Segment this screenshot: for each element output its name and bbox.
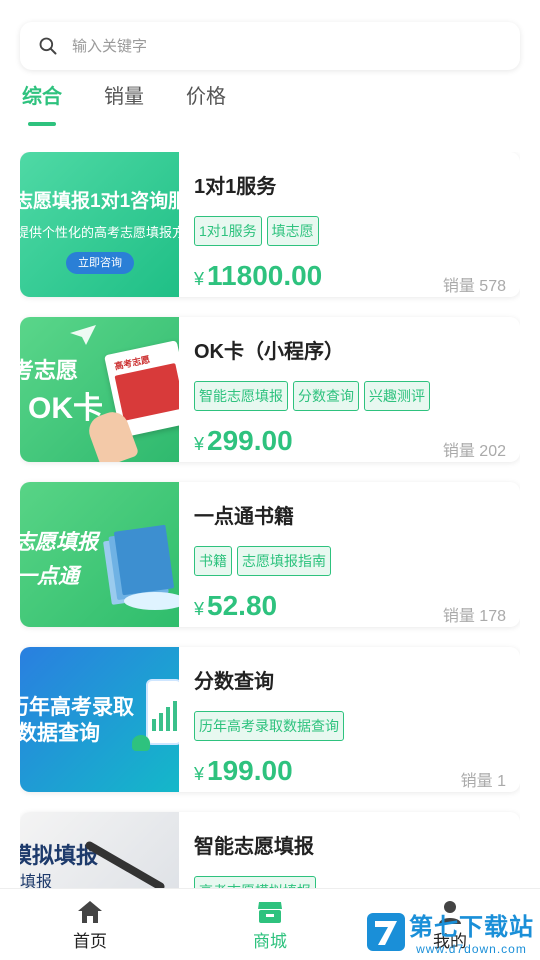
bottom-navigation: 首页 商城 我的 第七下载站 www.d7down.com bbox=[0, 888, 540, 960]
product-title: 一点通书籍 bbox=[194, 506, 294, 528]
banner-subtitle: 填报 bbox=[20, 874, 53, 888]
banner-subtitle: 提供个性化的高考志愿填报方案 bbox=[20, 225, 179, 240]
banner-phone-image bbox=[146, 679, 179, 745]
tab-comprehensive[interactable]: 综合 bbox=[22, 84, 62, 128]
tab-price[interactable]: 价格 bbox=[186, 84, 226, 128]
product-title: OK卡（小程序） bbox=[194, 341, 344, 363]
product-thumbnail: 历年高考录取 数据查询 bbox=[20, 647, 179, 792]
sales-count: 销量 178 bbox=[442, 608, 506, 625]
product-list[interactable]: 志愿填报1对1咨询服务 提供个性化的高考志愿填报方案 立即咨询 1对1服务 1对… bbox=[20, 152, 520, 888]
product-title: 智能志愿填报 bbox=[194, 836, 314, 858]
price-value: 199.00 bbox=[207, 755, 293, 786]
product-thumbnail: 志愿填报 一点通 bbox=[20, 482, 179, 627]
currency-symbol: ¥ bbox=[194, 269, 205, 289]
bar-chart-icon bbox=[152, 701, 177, 731]
watermark-logo-icon bbox=[367, 912, 405, 951]
currency-symbol: ¥ bbox=[194, 434, 205, 454]
sales-count: 销量 1 bbox=[460, 773, 506, 790]
banner-consult-button: 立即咨询 bbox=[66, 252, 134, 274]
nav-store[interactable]: 商城 bbox=[220, 897, 320, 952]
product-card[interactable]: 考志愿 OK卡 高考志愿 OK卡（小程序） 智能志愿填报 分数查询 兴趣测评 ¥… bbox=[20, 317, 520, 462]
store-icon bbox=[258, 902, 282, 923]
product-price: ¥199.00 bbox=[194, 755, 293, 787]
banner-plant bbox=[132, 735, 150, 751]
price-value: 299.00 bbox=[207, 425, 293, 456]
product-tags: 智能志愿填报 分数查询 兴趣测评 bbox=[194, 381, 430, 411]
product-thumbnail: 模拟填报 填报 bbox=[20, 812, 179, 888]
sales-count: 销量 202 bbox=[442, 443, 506, 460]
product-tag: 高考志愿模拟填报 bbox=[194, 876, 316, 888]
currency-symbol: ¥ bbox=[194, 764, 205, 784]
product-tag: 分数查询 bbox=[293, 381, 359, 411]
watermark-name: 第七下载站 bbox=[409, 914, 534, 941]
product-tag: 智能志愿填报 bbox=[194, 381, 288, 411]
product-card[interactable]: 模拟填报 填报 智能志愿填报 高考志愿模拟填报 bbox=[20, 812, 520, 888]
watermark: 第七下载站 www.d7down.com bbox=[365, 907, 534, 956]
product-card[interactable]: 志愿填报 一点通 一点通书籍 书籍 志愿填报指南 ¥52.80 销量 178 bbox=[20, 482, 520, 627]
product-tag: 兴趣测评 bbox=[364, 381, 430, 411]
product-price: ¥52.80 bbox=[194, 590, 277, 622]
product-card[interactable]: 志愿填报1对1咨询服务 提供个性化的高考志愿填报方案 立即咨询 1对1服务 1对… bbox=[20, 152, 520, 297]
nav-home[interactable]: 首页 bbox=[40, 897, 140, 952]
tab-sales[interactable]: 销量 bbox=[104, 84, 144, 128]
product-card[interactable]: 历年高考录取 数据查询 分数查询 历年高考录取数据查询 ¥199.00 销量 1 bbox=[20, 647, 520, 792]
product-title: 1对1服务 bbox=[194, 176, 277, 198]
home-icon bbox=[78, 901, 102, 923]
product-price: ¥299.00 bbox=[194, 425, 293, 457]
product-tag: 填志愿 bbox=[266, 216, 319, 246]
product-tag: 书籍 bbox=[194, 546, 232, 576]
product-tags: 1对1服务 填志愿 bbox=[194, 216, 319, 246]
product-tags: 书籍 志愿填报指南 bbox=[194, 546, 331, 576]
product-tag: 1对1服务 bbox=[194, 216, 262, 246]
banner-platform bbox=[124, 592, 179, 610]
price-value: 52.80 bbox=[207, 590, 278, 621]
banner-title: 志愿填报1对1咨询服务 bbox=[20, 191, 179, 212]
price-value: 11800.00 bbox=[207, 260, 323, 291]
watermark-url: www.d7down.com bbox=[416, 942, 527, 956]
product-title: 分数查询 bbox=[194, 671, 274, 693]
product-tag: 历年高考录取数据查询 bbox=[194, 711, 344, 741]
currency-symbol: ¥ bbox=[194, 599, 205, 619]
banner-subtitle: 数据查询 bbox=[20, 722, 100, 745]
product-price: ¥11800.00 bbox=[194, 260, 322, 292]
nav-label: 商城 bbox=[253, 932, 287, 951]
banner-title: 志愿填报 bbox=[20, 531, 98, 554]
banner-subtitle: 一点通 bbox=[20, 565, 79, 588]
banner-title: 考志愿 bbox=[20, 358, 79, 383]
product-thumbnail: 考志愿 OK卡 高考志愿 bbox=[20, 317, 179, 462]
search-input[interactable] bbox=[72, 37, 472, 55]
product-thumbnail: 志愿填报1对1咨询服务 提供个性化的高考志愿填报方案 立即咨询 bbox=[20, 152, 179, 297]
product-tags: 高考志愿模拟填报 bbox=[194, 876, 316, 888]
sort-tabs: 综合 销量 价格 bbox=[22, 84, 226, 128]
search-bar[interactable] bbox=[20, 22, 520, 70]
sales-count: 销量 578 bbox=[442, 278, 506, 295]
product-tags: 历年高考录取数据查询 bbox=[194, 711, 344, 741]
paper-plane-icon bbox=[70, 325, 96, 345]
search-icon bbox=[39, 37, 57, 55]
product-tag: 志愿填报指南 bbox=[237, 546, 331, 576]
nav-label: 首页 bbox=[73, 932, 107, 951]
banner-book-image bbox=[113, 524, 175, 596]
